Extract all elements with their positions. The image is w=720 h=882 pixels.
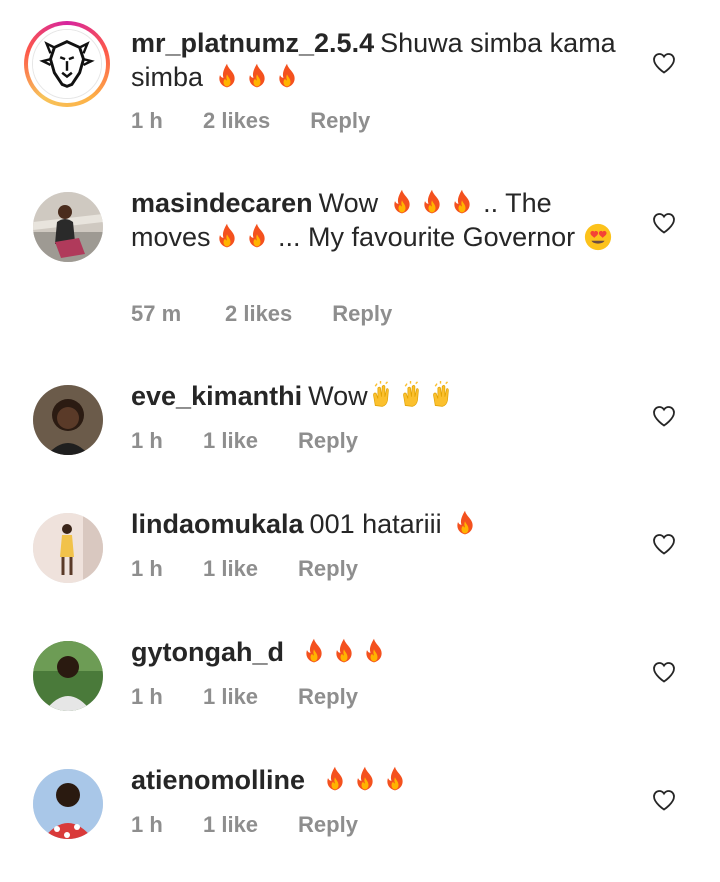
comment-text: eve_kimanthi Wow — [131, 379, 631, 413]
like-heart-icon[interactable] — [652, 661, 676, 683]
comment-username[interactable]: eve_kimanthi — [131, 381, 302, 411]
reply-button[interactable]: Reply — [298, 684, 358, 710]
raised-hands-emoji-icon — [430, 381, 458, 409]
fire-emoji-icon — [300, 637, 328, 665]
reply-button[interactable]: Reply — [310, 108, 370, 134]
comment-meta: 1 h 1 like Reply — [131, 812, 358, 838]
comment-time: 1 h — [131, 428, 163, 453]
comment-message: ... My favourite Governor — [278, 222, 576, 252]
lion-logo-icon — [32, 29, 102, 99]
comment-text: atienomolline — [131, 763, 631, 797]
comment-text: lindaomukala 001 hatariii — [131, 507, 631, 541]
fire-emoji-icon — [243, 62, 271, 90]
heart-eyes-emoji-icon — [583, 222, 613, 252]
reply-button[interactable]: Reply — [298, 812, 358, 838]
avatar[interactable] — [33, 769, 103, 839]
comment-likes[interactable]: 2 likes — [203, 108, 270, 134]
fire-emoji-icon — [451, 509, 479, 537]
comment-meta: 1 h 1 like Reply — [131, 556, 358, 582]
avatar-story-ring[interactable] — [24, 21, 110, 107]
reply-button[interactable]: Reply — [298, 428, 358, 454]
fire-emoji-icon — [243, 222, 271, 250]
comment-message: Wow — [308, 381, 368, 411]
fire-emoji-icon — [213, 222, 241, 250]
like-heart-icon[interactable] — [652, 789, 676, 811]
comment-likes[interactable]: 1 like — [203, 684, 258, 710]
avatar[interactable] — [33, 641, 103, 711]
avatar[interactable] — [33, 513, 103, 583]
raised-hands-emoji-icon — [370, 381, 398, 409]
comment-likes[interactable]: 1 like — [203, 428, 258, 454]
avatar[interactable] — [33, 385, 103, 455]
comment-username[interactable]: mr_platnumz_2.5.4 — [131, 28, 374, 58]
like-heart-icon[interactable] — [652, 52, 676, 74]
fire-emoji-icon — [273, 62, 301, 90]
reply-button[interactable]: Reply — [298, 556, 358, 582]
comment-time: 1 h — [131, 812, 163, 837]
fire-emoji-icon — [321, 765, 349, 793]
comment-text: mr_platnumz_2.5.4 Shuwa simba kama simba — [131, 26, 631, 94]
comment-time: 1 h — [131, 108, 163, 133]
comment-meta: 1 h 1 like Reply — [131, 428, 358, 454]
comment-meta: 1 h 1 like Reply — [131, 684, 358, 710]
fire-emoji-icon — [330, 637, 358, 665]
fire-emoji-icon — [418, 188, 446, 216]
comment-likes[interactable]: 1 like — [203, 812, 258, 838]
comment-time: 1 h — [131, 556, 163, 581]
fire-emoji-icon — [213, 62, 241, 90]
avatar[interactable] — [33, 192, 103, 262]
like-heart-icon[interactable] — [652, 212, 676, 234]
comment-likes[interactable]: 2 likes — [225, 301, 292, 327]
comment-text: masindecaren Wow .. The moves ... My favo… — [131, 186, 631, 254]
fire-emoji-icon — [388, 188, 416, 216]
comment-message: 001 hatariii — [309, 509, 442, 539]
comment-message: Wow — [318, 188, 379, 218]
comment-username[interactable]: lindaomukala — [131, 509, 304, 539]
comment-meta: 1 h 2 likes Reply — [131, 108, 370, 134]
comment-username[interactable]: gytongah_d — [131, 637, 284, 667]
raised-hands-emoji-icon — [400, 381, 428, 409]
reply-button[interactable]: Reply — [332, 301, 392, 327]
comment-username[interactable]: masindecaren — [131, 188, 313, 218]
comment-time: 1 h — [131, 684, 163, 709]
like-heart-icon[interactable] — [652, 405, 676, 427]
like-heart-icon[interactable] — [652, 533, 676, 555]
fire-emoji-icon — [381, 765, 409, 793]
comment-meta: 57 m 2 likes Reply — [131, 301, 392, 327]
comment-time: 57 m — [131, 301, 182, 326]
comment-likes[interactable]: 1 like — [203, 556, 258, 582]
fire-emoji-icon — [360, 637, 388, 665]
comment-username[interactable]: atienomolline — [131, 765, 305, 795]
fire-emoji-icon — [351, 765, 379, 793]
comment-text: gytongah_d — [131, 635, 631, 669]
fire-emoji-icon — [448, 188, 476, 216]
